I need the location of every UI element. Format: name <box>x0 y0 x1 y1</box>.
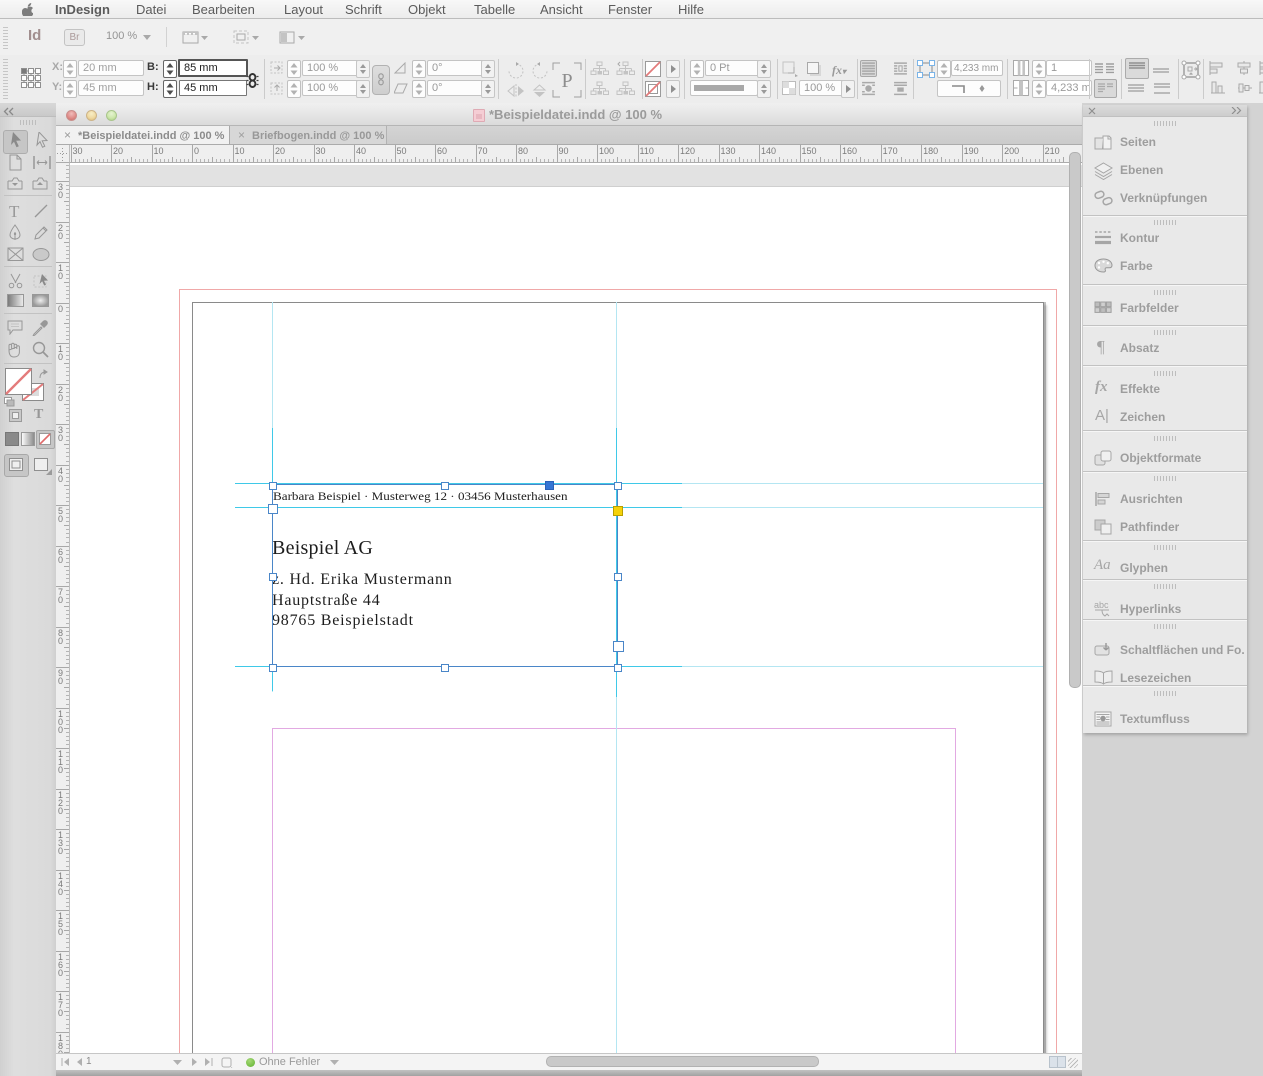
svg-text:abc: abc <box>1094 600 1109 610</box>
svg-text:P: P <box>561 70 572 92</box>
